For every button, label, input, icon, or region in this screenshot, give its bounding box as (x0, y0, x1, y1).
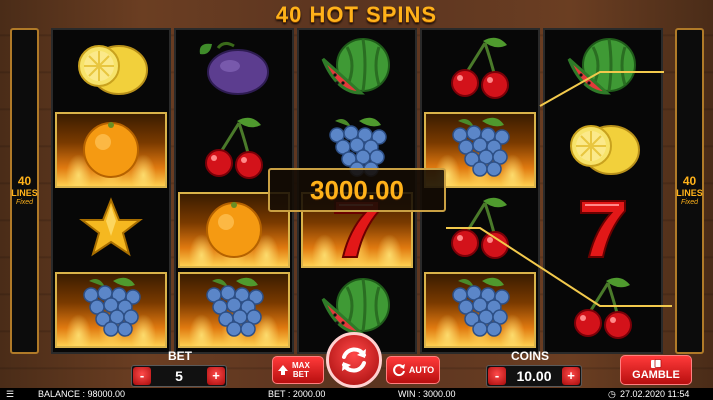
coins-increase-button[interactable]: + (562, 367, 580, 385)
reel-1 (51, 28, 171, 354)
orange-icon (79, 116, 143, 185)
lines-panel-right: 40 LINES Fixed (675, 28, 704, 354)
seven-icon (575, 195, 631, 266)
cherries-icon (568, 275, 638, 346)
cherries-icon (445, 195, 515, 266)
bet-increase-button[interactable]: + (207, 367, 225, 385)
star-icon (79, 196, 143, 265)
total-win-display: WIN : 3000.00 (398, 389, 456, 399)
reel-cell (178, 32, 290, 108)
grapes-icon (192, 275, 276, 346)
reel-5 (543, 28, 663, 354)
reel-cell (55, 112, 167, 188)
reel-cell (178, 272, 290, 348)
spin-button[interactable] (326, 332, 382, 388)
clock-icon: ◷ (608, 389, 616, 399)
lemon-icon (71, 36, 151, 105)
total-bet-display: BET : 2000.00 (268, 389, 326, 399)
bet-label: BET (168, 349, 192, 363)
lines-count: 40 (17, 174, 32, 188)
grapes-icon (438, 275, 522, 346)
grapes-icon (69, 275, 153, 346)
reel-cell (547, 112, 659, 188)
reel-cell (55, 192, 167, 268)
status-bar: ☰ BALANCE : 98000.00 BET : 2000.00 WIN :… (0, 388, 713, 400)
auto-label: AUTO (408, 365, 435, 375)
watermelon-icon (563, 35, 643, 106)
lines-fixed-label: Fixed (15, 199, 34, 206)
cherries-icon (199, 115, 269, 186)
lines-label: LINES (676, 188, 703, 198)
reel-cell (424, 32, 536, 108)
cherries-icon (445, 35, 515, 106)
auto-button[interactable]: AUTO (386, 356, 440, 384)
lines-label: LINES (11, 188, 38, 198)
coins-label: COINS (510, 349, 549, 363)
coins-value: 10.00 (516, 368, 552, 384)
bet-stepper: - 5 + (131, 365, 227, 387)
win-amount-display: 3000.00 (268, 168, 446, 212)
lines-panel-left: 40 LINES Fixed (10, 28, 39, 354)
bet-decrease-button[interactable]: - (133, 367, 151, 385)
lines-count: 40 (682, 174, 697, 188)
autoplay-icon (392, 364, 405, 377)
gamble-button[interactable]: GAMBLE (620, 355, 692, 385)
orange-icon (202, 196, 266, 265)
reel-cell (547, 192, 659, 268)
game-title: 40 HOT SPINS (275, 2, 438, 27)
bet-value: 5 (175, 368, 183, 384)
gamble-label: GAMBLE (632, 369, 680, 381)
plum-icon (194, 38, 274, 103)
coins-decrease-button[interactable]: - (488, 367, 506, 385)
grapes-icon (438, 115, 522, 186)
info-icon[interactable]: ☰ (6, 388, 14, 400)
reel-cell (301, 32, 413, 108)
max-bet-label-line1: MAX (292, 361, 310, 370)
lines-fixed-label: Fixed (680, 199, 699, 206)
max-bet-label-line2: BET (292, 370, 309, 379)
max-bet-button[interactable]: MAX BET (272, 356, 324, 384)
cards-icon (651, 359, 662, 368)
datetime-display: 27.02.2020 11:54 (620, 389, 690, 399)
reel-cell (55, 32, 167, 108)
refresh-icon (342, 347, 366, 373)
watermelon-icon (317, 35, 397, 106)
coins-stepper: - 10.00 + (486, 365, 582, 387)
reel-cell (547, 32, 659, 108)
balance-display: BALANCE : 98000.00 (38, 389, 126, 399)
reel-cell (424, 272, 536, 348)
reel-cell (55, 272, 167, 348)
reel-cell (547, 272, 659, 348)
lemon-icon (563, 116, 643, 185)
arrow-up-icon (278, 365, 288, 375)
